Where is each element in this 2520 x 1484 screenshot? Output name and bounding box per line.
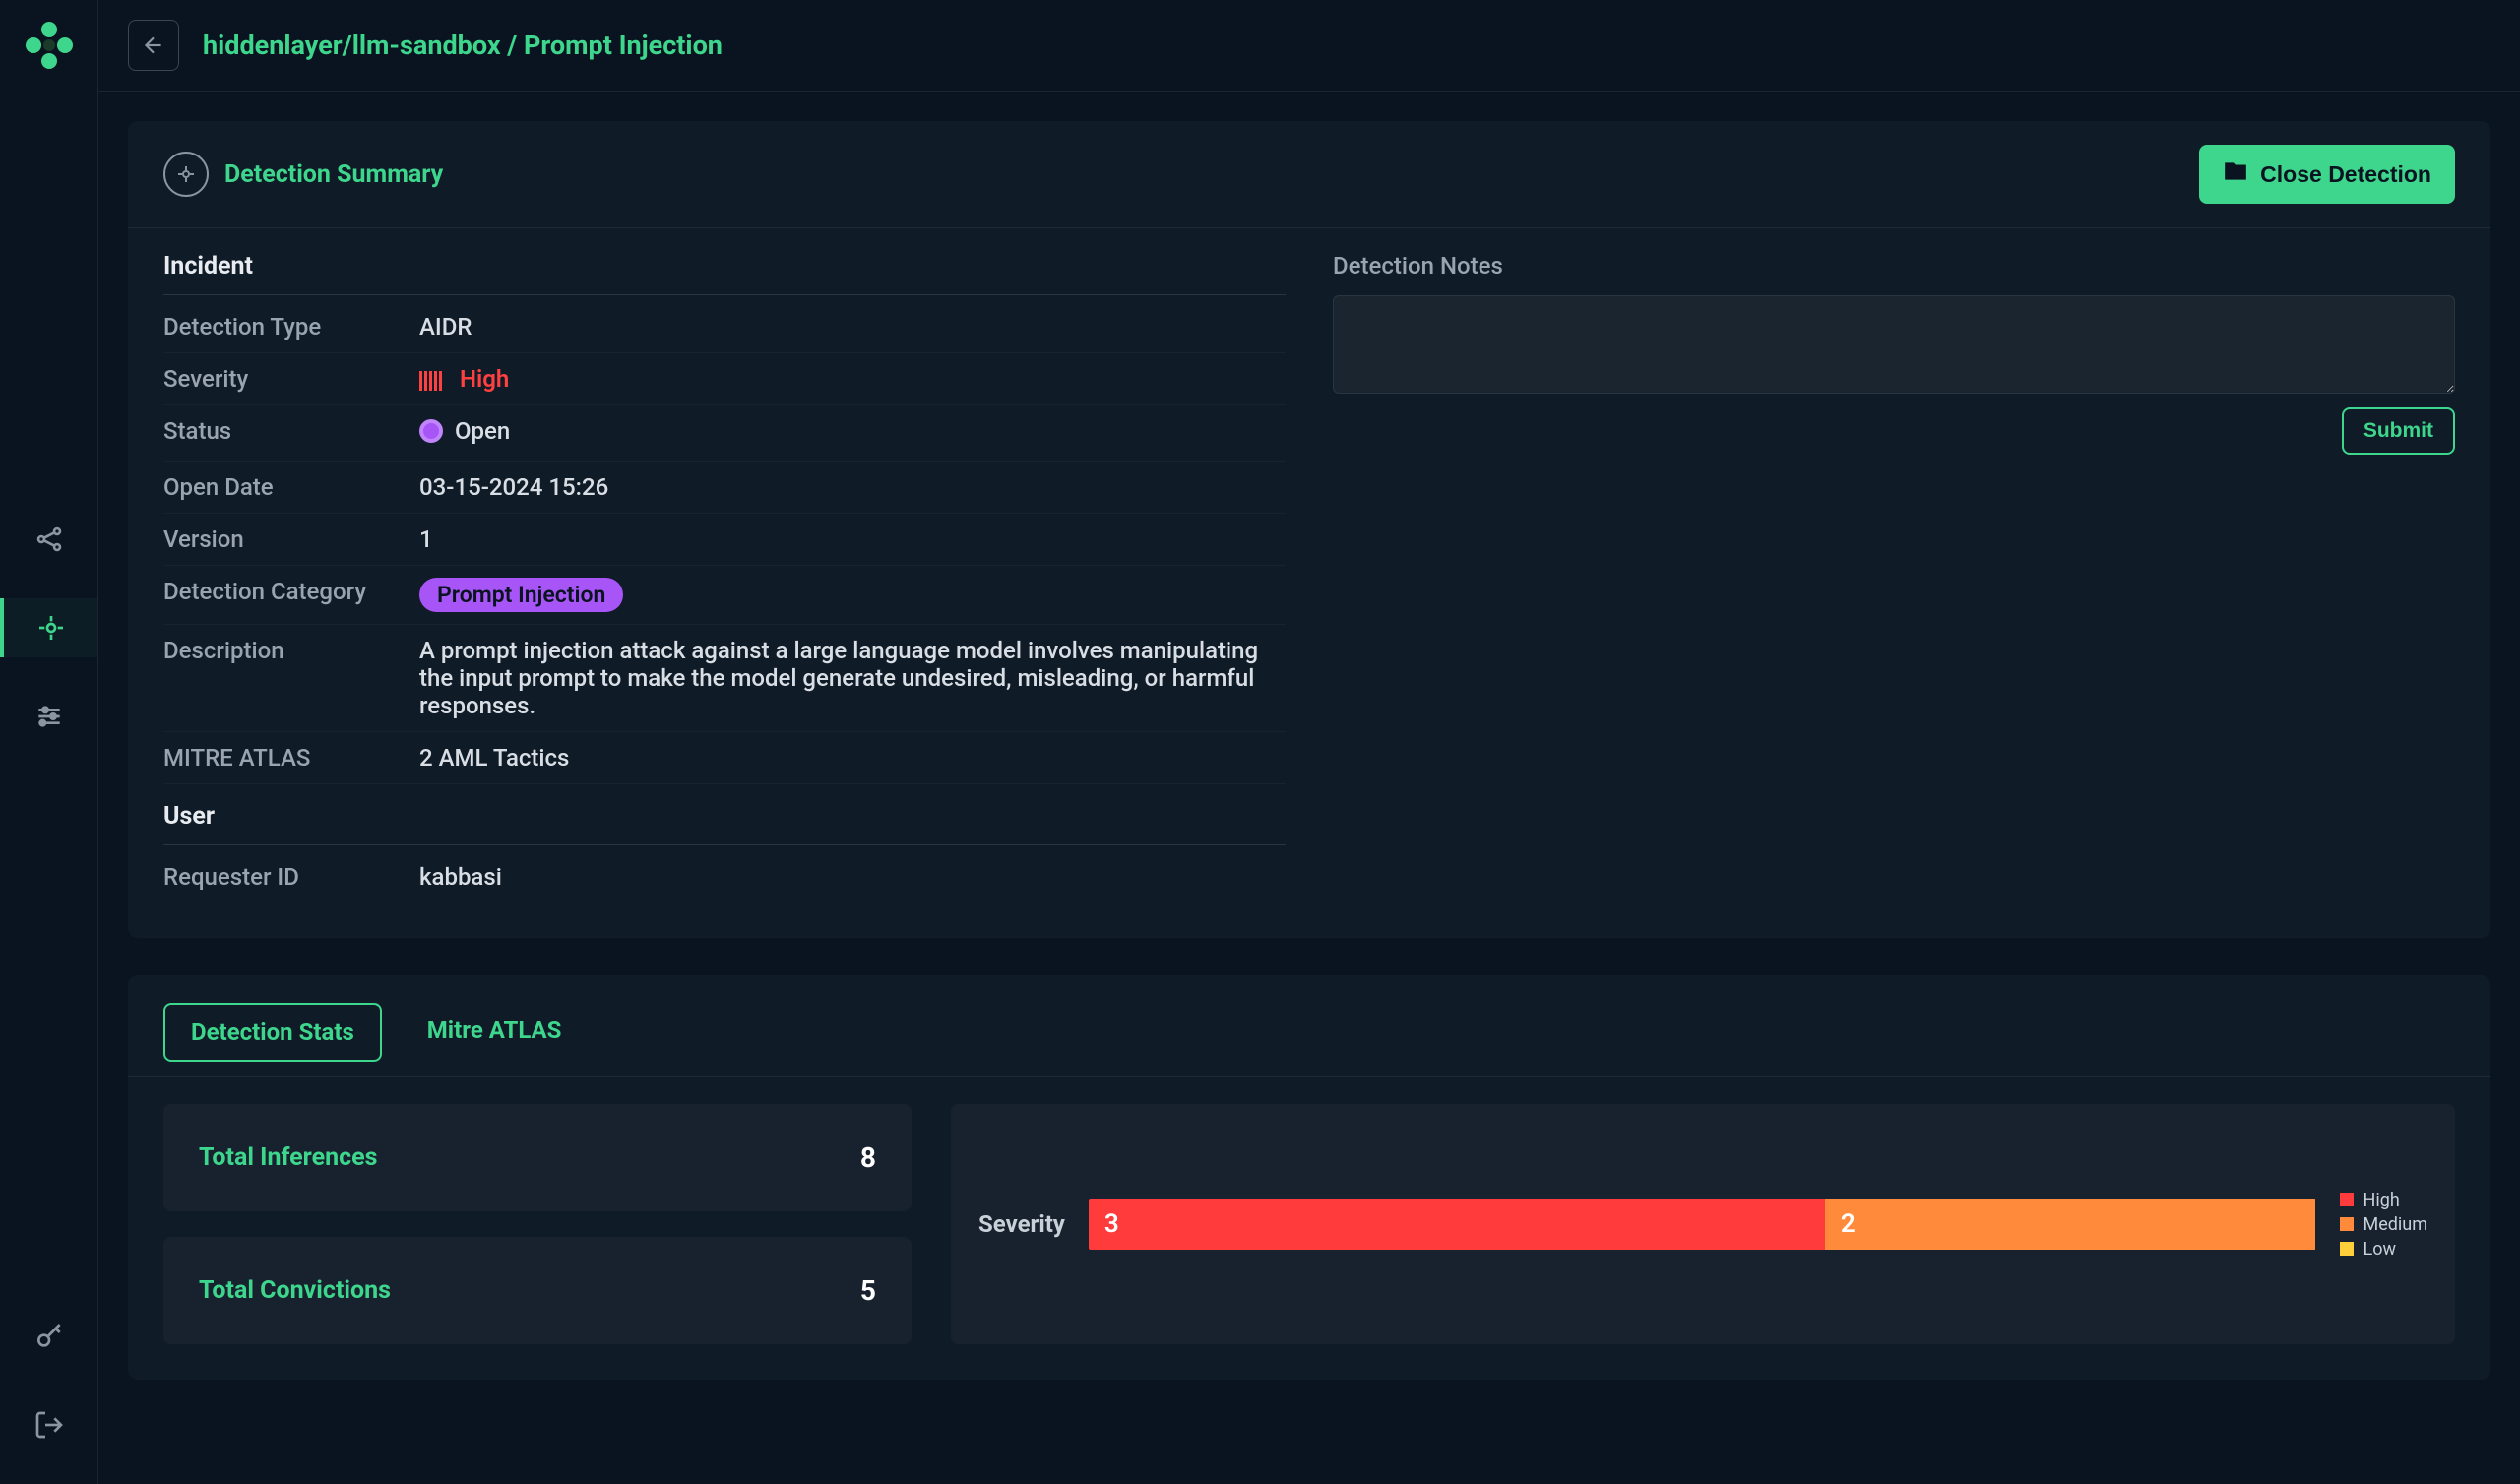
legend-low-label: Low: [2363, 1239, 2397, 1260]
incident-section-title: Incident: [163, 252, 1286, 295]
legend-high-label: High: [2363, 1190, 2400, 1210]
topbar: hiddenlayer/llm-sandbox / Prompt Injecti…: [98, 0, 2520, 92]
status-text: Open: [455, 417, 510, 445]
chart-legend: High Medium Low: [2340, 1190, 2428, 1260]
tab-detection-stats[interactable]: Detection Stats: [163, 1003, 382, 1062]
legend-high: High: [2340, 1190, 2428, 1210]
version-value: 1: [419, 526, 1286, 553]
detection-type-label: Detection Type: [163, 313, 419, 340]
requester-id-value: kabbasi: [419, 863, 1286, 891]
legend-medium: Medium: [2340, 1214, 2428, 1235]
submit-button[interactable]: Submit: [2342, 407, 2455, 455]
detection-category-pill: Prompt Injection: [419, 578, 623, 612]
sidebar-item-share[interactable]: [0, 510, 97, 569]
description-label: Description: [163, 637, 419, 719]
severity-value: High: [419, 365, 1286, 393]
severity-bar-high: 3: [1089, 1199, 1825, 1250]
total-convictions-label: Total Convictions: [199, 1276, 391, 1305]
requester-id-label: Requester ID: [163, 863, 419, 891]
detection-category-label: Detection Category: [163, 578, 419, 612]
total-inferences-label: Total Inferences: [199, 1144, 377, 1172]
target-icon: [163, 152, 209, 197]
status-dot-icon: [419, 419, 443, 443]
detection-summary-title-text: Detection Summary: [224, 160, 443, 189]
severity-chart: Severity 3 2 High Medium Low: [951, 1104, 2455, 1344]
mitre-atlas-value: 2 AML Tactics: [419, 744, 1286, 772]
tab-mitre-atlas[interactable]: Mitre ATLAS: [402, 1003, 588, 1062]
sidebar-item-key[interactable]: [0, 1307, 97, 1366]
detection-type-value: AIDR: [419, 313, 1286, 340]
breadcrumb-path[interactable]: hiddenlayer/llm-sandbox: [203, 30, 501, 61]
open-date-label: Open Date: [163, 473, 419, 501]
close-detection-button[interactable]: Close Detection: [2199, 145, 2455, 204]
status-label: Status: [163, 417, 419, 449]
chart-ylabel: Severity: [978, 1210, 1065, 1238]
detection-summary-title: Detection Summary: [163, 152, 443, 197]
breadcrumb: hiddenlayer/llm-sandbox / Prompt Injecti…: [203, 30, 723, 61]
breadcrumb-sep: /: [507, 30, 517, 61]
total-inferences-value: 8: [860, 1142, 876, 1174]
severity-bars-icon: [419, 371, 442, 391]
detection-summary-card: Detection Summary Close Detection Incide…: [128, 121, 2490, 938]
breadcrumb-current: Prompt Injection: [524, 30, 723, 61]
stats-card: Detection Stats Mitre ATLAS Total Infere…: [128, 975, 2490, 1380]
sidebar-item-logout[interactable]: [0, 1395, 97, 1454]
detection-notes-label: Detection Notes: [1333, 252, 2455, 279]
detection-category-value: Prompt Injection: [419, 578, 1286, 612]
tabs: Detection Stats Mitre ATLAS: [128, 975, 2490, 1077]
sidebar-item-detections[interactable]: [0, 598, 97, 657]
close-detection-label: Close Detection: [2260, 161, 2431, 188]
total-convictions-card: Total Convictions 5: [163, 1237, 912, 1344]
status-value: Open: [419, 417, 1286, 449]
version-label: Version: [163, 526, 419, 553]
severity-label: Severity: [163, 365, 419, 393]
severity-text: High: [460, 365, 509, 393]
legend-low: Low: [2340, 1239, 2428, 1260]
severity-bar-medium: 2: [1825, 1199, 2316, 1250]
severity-bar-row: 3 2: [1089, 1199, 2316, 1250]
mitre-atlas-label: MITRE ATLAS: [163, 744, 419, 772]
total-inferences-card: Total Inferences 8: [163, 1104, 912, 1211]
description-value: A prompt injection attack against a larg…: [419, 637, 1286, 719]
folder-icon: [2223, 158, 2248, 190]
user-section-title: User: [163, 802, 1286, 845]
legend-medium-label: Medium: [2363, 1214, 2428, 1235]
open-date-value: 03-15-2024 15:26: [419, 473, 1286, 501]
sidebar-item-settings[interactable]: [0, 687, 97, 746]
sidebar: [0, 0, 98, 1484]
back-button[interactable]: [128, 20, 179, 71]
total-convictions-value: 5: [860, 1274, 876, 1307]
detection-notes-input[interactable]: [1333, 295, 2455, 394]
logo: [22, 18, 77, 77]
